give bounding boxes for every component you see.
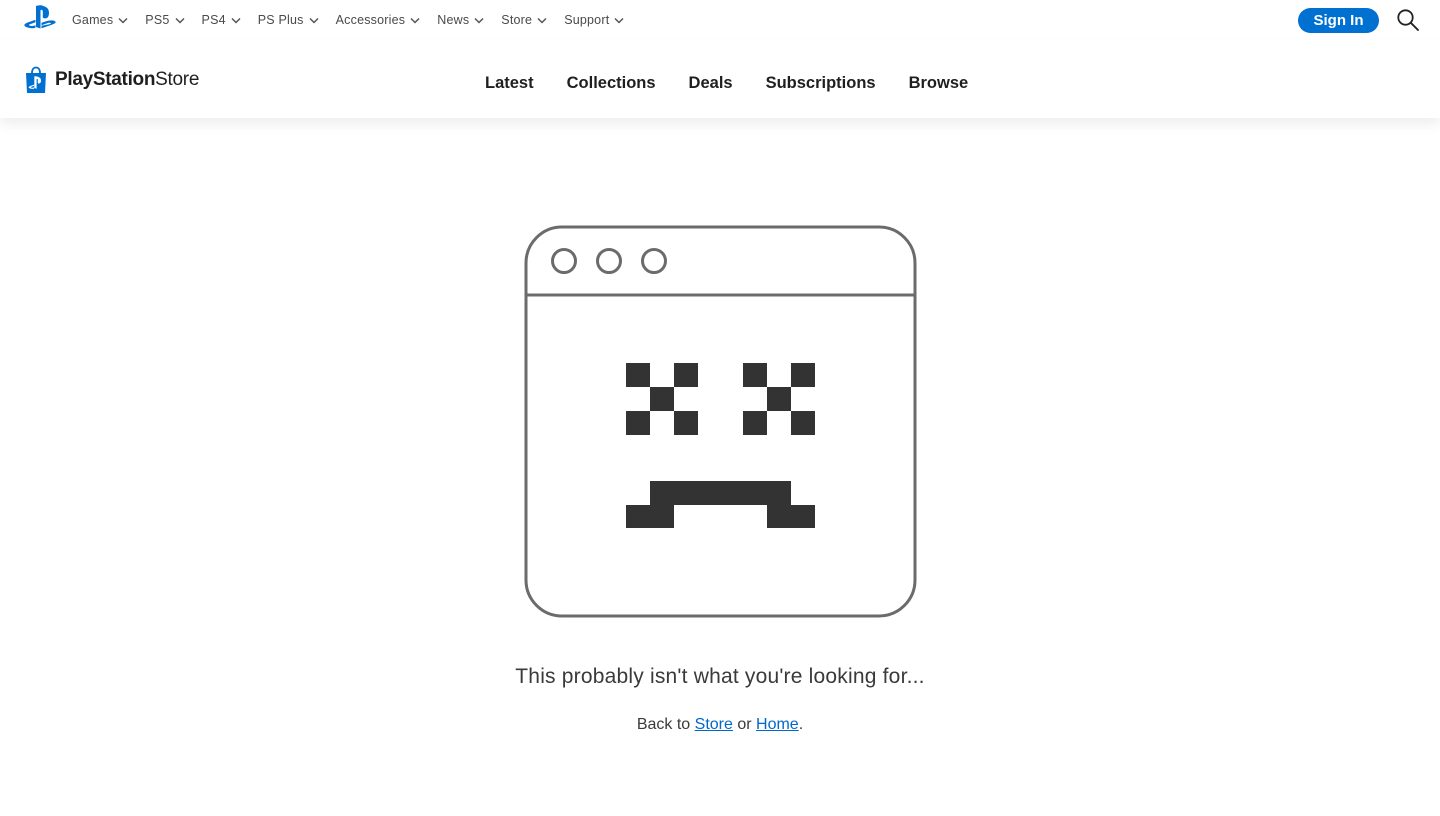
home-link[interactable]: Home [756,716,799,733]
chevron-down-icon [474,17,484,24]
sign-in-button[interactable]: Sign In [1298,8,1379,33]
nav-link-support[interactable]: Support [564,13,624,27]
store-nav-subscriptions[interactable]: Subscriptions [766,74,876,93]
store-link[interactable]: Store [695,716,733,733]
back-separator: or [732,716,757,733]
chevron-down-icon [410,17,420,24]
chevron-down-icon [309,17,319,24]
search-icon[interactable] [1396,8,1420,32]
store-nav-latest[interactable]: Latest [485,74,534,93]
back-prefix: Back to [636,716,695,733]
nav-link-label: PS4 [201,13,226,27]
store-nav: Latest Collections Deals Subscriptions B… [485,40,1001,118]
chevron-down-icon [231,17,241,24]
nav-link-label: PS Plus [257,13,304,27]
nav-link-label: Accessories [335,13,406,27]
back-links: Back to Store or Home. [0,716,1440,734]
store-brand-bold: PlayStation [55,69,156,90]
global-nav-links: Games PS5 PS4 PS Plus Accessories News S… [72,0,641,40]
nav-link-ps-plus[interactable]: PS Plus [258,13,319,27]
store-brand-name: PlayStationStore [55,69,199,91]
nav-link-label: Store [501,13,533,27]
nav-link-ps4[interactable]: PS4 [202,13,241,27]
back-suffix: . [798,716,804,733]
chevron-down-icon [537,17,547,24]
playstation-store-logo[interactable]: PlayStationStore [24,66,199,94]
error-message: This probably isn't what you're looking … [515,665,925,688]
playstation-logo-icon[interactable] [24,5,56,31]
sad-browser-window-icon [524,225,917,618]
nav-link-label: News [437,13,470,27]
nav-link-games[interactable]: Games [72,13,128,27]
chevron-down-icon [175,17,185,24]
store-nav-collections[interactable]: Collections [567,74,656,93]
store-brand-light: Store [155,69,200,90]
chevron-down-icon [118,17,128,24]
nav-link-label: Games [72,13,114,27]
store-bag-icon [26,66,46,93]
global-nav: Games PS5 PS4 PS Plus Accessories News S… [0,0,1440,40]
nav-link-label: Support [564,13,610,27]
nav-link-label: PS5 [145,13,170,27]
nav-link-ps5[interactable]: PS5 [145,13,185,27]
store-nav-browse[interactable]: Browse [909,74,969,93]
store-nav-deals[interactable]: Deals [689,74,733,93]
nav-link-store[interactable]: Store [501,13,547,27]
nav-link-accessories[interactable]: Accessories [336,13,421,27]
store-header: PlayStationStore Latest Collections Deal… [0,40,1440,118]
nav-link-news[interactable]: News [437,13,484,27]
chevron-down-icon [614,17,624,24]
